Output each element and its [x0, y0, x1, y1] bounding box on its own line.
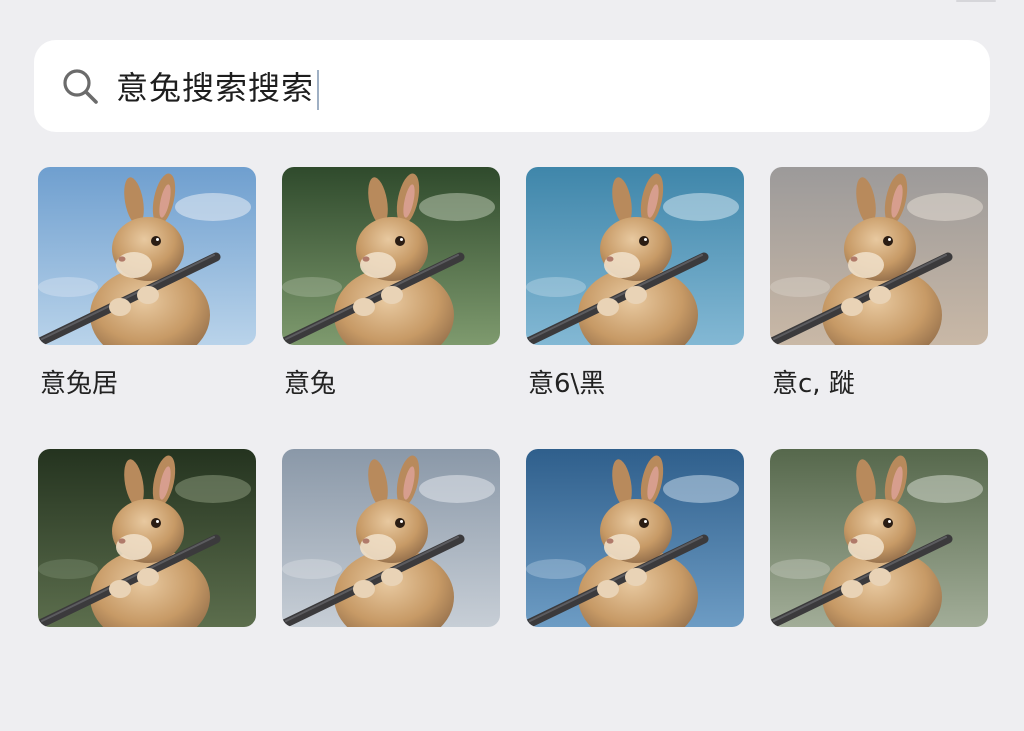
result-card-8[interactable]	[770, 449, 988, 731]
result-caption[interactable]: 意兔居	[38, 363, 256, 400]
rabbit-image-thumbnail[interactable]	[38, 167, 256, 345]
rabbit-image-thumbnail[interactable]	[526, 449, 744, 627]
result-card-3[interactable]: 意6\黑	[526, 167, 744, 449]
search-input[interactable]: 意兔搜索搜索	[116, 63, 320, 110]
result-caption[interactable]: 意6\黑	[526, 363, 744, 400]
result-caption[interactable]: 意c, 蹝	[770, 363, 988, 400]
search-query: 意兔搜索搜索	[116, 68, 315, 107]
search-bar[interactable]: 意兔搜索搜索	[34, 40, 990, 132]
results-grid: 意兔居 意兔 意6\黑 意c, 蹝	[38, 167, 988, 731]
rabbit-image-thumbnail[interactable]	[282, 449, 500, 627]
result-card-2[interactable]: 意兔	[282, 167, 500, 449]
top-edge-indicator	[956, 0, 996, 2]
rabbit-image-thumbnail[interactable]	[282, 167, 500, 345]
rabbit-image-thumbnail[interactable]	[38, 449, 256, 627]
rabbit-image-thumbnail[interactable]	[770, 449, 988, 627]
rabbit-image-thumbnail[interactable]	[526, 167, 744, 345]
result-card-5[interactable]	[38, 449, 256, 731]
result-card-4[interactable]: 意c, 蹝	[770, 167, 988, 449]
text-caret	[317, 69, 320, 110]
search-icon[interactable]	[58, 64, 102, 108]
result-card-7[interactable]	[526, 449, 744, 731]
result-card-6[interactable]	[282, 449, 500, 731]
result-caption[interactable]: 意兔	[282, 363, 500, 400]
result-card-1[interactable]: 意兔居	[38, 167, 256, 449]
rabbit-image-thumbnail[interactable]	[770, 167, 988, 345]
